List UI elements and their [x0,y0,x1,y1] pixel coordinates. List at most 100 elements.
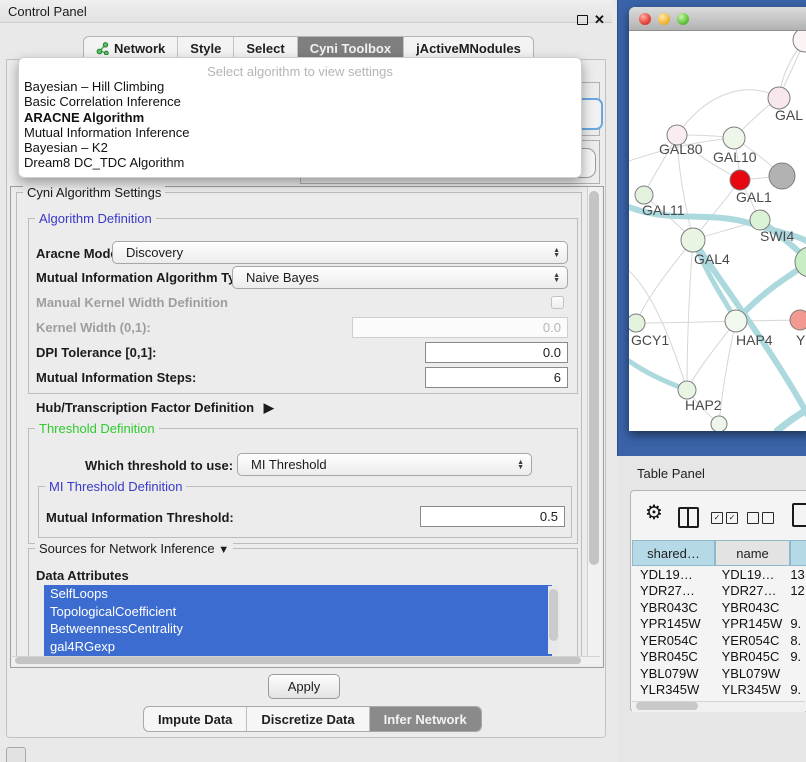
attribute-list-scrollbar-thumb[interactable] [549,589,558,641]
split-columns-icon[interactable] [678,507,699,528]
attribute-item[interactable]: gal4RGexp [50,638,552,656]
network-view-window[interactable]: GALGAL80GAL10GAL1GAL11SWI4GAL4GCY1HAP4YH… [629,7,806,431]
table-cell: YLR345W [632,682,714,697]
network-node[interactable] [711,416,727,431]
table-cell: YBR043C [632,600,714,615]
table-rows: YDL19…YDL19…13YDR27…YDR27…12YBR043CYBR04… [632,566,806,701]
mi-algorithm-type-value: Naive Bayes [246,270,319,285]
document-icon[interactable] [792,503,806,527]
network-node[interactable] [723,127,745,149]
dpi-tolerance-value: 0.0 [543,345,561,360]
mi-steps-value: 6 [554,370,561,385]
minimized-panel-icon[interactable] [6,747,26,762]
network-node-label: SWI4 [760,228,794,244]
settings-horizontal-scrollbar-thumb[interactable] [15,657,581,664]
gear-icon[interactable]: ⚙ [645,503,663,523]
aracne-mode-combo[interactable]: Discovery ▲▼ [112,241,568,264]
expander-arrow-icon: ▶ [264,400,274,415]
table-row[interactable]: YBR043CYBR043C [632,599,806,616]
checked-checkbox-icon[interactable]: ✓ [711,512,723,524]
table-header-row: shared… name [632,540,806,566]
table-cell: 9. [787,616,806,631]
column-header-shared-name[interactable]: shared… [632,540,715,566]
mi-algorithm-type-combo[interactable]: Naive Bayes ▲▼ [232,266,568,289]
mi-steps-field[interactable]: 6 [425,367,568,388]
manual-kernel-width-checkbox[interactable] [551,296,564,309]
close-window-icon[interactable] [639,13,651,25]
tab-impute-data[interactable]: Impute Data [144,707,247,731]
threshold-definition-title: Threshold Definition [35,421,159,436]
table-row[interactable]: YLR345WYLR345W9. [632,682,806,699]
attribute-item[interactable]: TopologicalCoefficient [50,603,552,621]
dropdown-item-highlighted[interactable]: ARACNE Algorithm [19,110,581,125]
tab-cyni-toolbox-label: Cyni Toolbox [310,41,391,56]
dpi-tolerance-field[interactable]: 0.0 [425,342,568,363]
dropdown-item[interactable]: Basic Correlation Inference [19,94,581,109]
tab-discretize-data[interactable]: Discretize Data [247,707,369,731]
bottom-tabstrip: Impute Data Discretize Data Infer Networ… [143,706,482,732]
combo-stepper-icon: ▲▼ [553,273,560,283]
network-node[interactable] [793,31,806,52]
combo-stepper-icon: ▲▼ [517,460,524,470]
network-node[interactable] [750,210,770,230]
network-node[interactable] [681,228,705,252]
mi-threshold-value: 0.5 [540,509,558,524]
control-panel-title: Control Panel [8,4,87,19]
tab-infer-network[interactable]: Infer Network [370,707,481,731]
network-node[interactable] [725,310,747,332]
tab-impute-data-label: Impute Data [158,712,232,727]
algorithm-definition-title: Algorithm Definition [35,211,156,226]
attribute-item[interactable]: BetweennessCentrality [50,620,552,638]
which-threshold-combo[interactable]: MI Threshold ▲▼ [237,453,532,476]
network-node[interactable] [730,170,750,190]
mi-steps-label: Mutual Information Steps: [36,370,196,385]
table-row[interactable]: YBR045CYBR045C9. [632,649,806,666]
network-node[interactable] [629,314,645,332]
mi-threshold-field[interactable]: 0.5 [420,506,565,527]
network-node[interactable] [768,87,790,109]
hub-definition-label: Hub/Transcription Factor Definition [36,400,254,415]
network-graph: GALGAL80GAL10GAL1GAL11SWI4GAL4GCY1HAP4YH… [629,31,806,431]
dropdown-item[interactable]: Dream8 DC_TDC Algorithm [19,155,581,170]
settings-vertical-scrollbar-thumb[interactable] [589,191,599,565]
network-window-titlebar[interactable] [629,7,806,31]
table-row[interactable]: YDR27…YDR27…12 [632,583,806,600]
attribute-item[interactable]: SelfLoops [50,585,552,603]
unchecked-checkbox-icon[interactable] [747,512,759,524]
table-cell: YDL19… [632,567,714,582]
close-panel-icon[interactable]: ✕ [594,12,605,28]
dpi-tolerance-label: DPI Tolerance [0,1]: [36,345,156,360]
network-canvas[interactable]: GALGAL80GAL10GAL1GAL11SWI4GAL4GCY1HAP4YH… [629,31,806,431]
aracne-mode-label: Aracne Mode: [36,246,122,261]
sources-title-row[interactable]: Sources for Network Inference ▼ [35,541,233,556]
dropdown-item[interactable]: Bayesian – K2 [19,140,581,155]
table-row[interactable]: YER054CYER054C8. [632,632,806,649]
table-panel-title: Table Panel [637,466,705,481]
dropdown-item[interactable]: Bayesian – Hill Climbing [19,79,581,94]
table-cell: 12 [787,583,806,598]
float-panel-icon[interactable] [577,15,588,25]
kernel-width-field[interactable]: 0.0 [352,317,568,338]
table-row[interactable]: YBL079WYBL079W [632,665,806,682]
minimize-window-icon[interactable] [658,13,670,25]
zoom-window-icon[interactable] [677,13,689,25]
table-horizontal-scrollbar-thumb[interactable] [636,702,698,710]
checked-checkbox-icon[interactable]: ✓ [726,512,738,524]
unchecked-checkbox-icon[interactable] [762,512,774,524]
column-header-partial[interactable] [790,540,806,566]
network-node[interactable] [769,163,795,189]
table-row[interactable]: YDL19…YDL19…13 [632,566,806,583]
collapse-arrow-icon: ▼ [218,544,229,556]
apply-button[interactable]: Apply [268,674,340,699]
dropdown-item[interactable]: Mutual Information Inference [19,125,581,140]
hub-definition-expander[interactable]: Hub/Transcription Factor Definition ▶ [36,400,274,416]
algorithm-dropdown: Select algorithm to view settings Bayesi… [18,57,582,178]
table-row[interactable]: YPR145WYPR145W9. [632,616,806,633]
network-node[interactable] [790,310,806,330]
network-node-label: GAL4 [694,251,730,267]
tab-jactivemnodules-label: jActiveMNodules [416,41,521,56]
network-node-label: GAL11 [642,202,685,218]
column-header-name[interactable]: name [715,540,790,566]
table-cell: YDR27… [632,583,714,598]
table-cell: YBL079W [632,666,714,681]
